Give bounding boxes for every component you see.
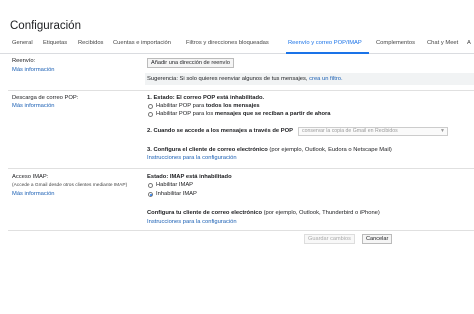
imap-disable-label: Inhabilitar IMAP [156,191,197,197]
forwarding-label: Reenvío: [12,58,36,64]
tab-chat-meet[interactable]: Chat y Meet [427,40,458,46]
forwarding-more-info-link[interactable]: Más información [12,67,55,73]
imap-configure: Configura tu cliente de correo electróni… [147,210,380,216]
tab-filters[interactable]: Filtros y direcciones bloqueadas [186,40,269,46]
pop-step3: 3. Configura el cliente de correo electr… [147,147,392,153]
section-divider [8,168,474,169]
pop-all-label: Habilitar POP para todos los mensajes [156,103,260,109]
tab-accounts[interactable]: Cuentas e importación [113,40,171,46]
section-divider [8,230,474,231]
pop-action-select[interactable]: conservar la copia de Gmail en Recibidos… [298,127,448,136]
pop-new-prefix: Habilitar POP para los [156,111,215,117]
pop-all-bold: todos los mensajes [205,103,260,109]
imap-sublabel: (Accede a Gmail desde otros clientes med… [12,183,128,188]
pop-step2: 2. Cuando se accede a los mensajes a tra… [147,128,293,134]
create-filter-link[interactable]: crea un filtro. [309,76,343,82]
chevron-down-icon: ▼ [440,128,445,134]
cancel-button[interactable]: Cancelar [362,234,393,244]
save-changes-button[interactable]: Guardar cambios [304,234,355,244]
tab-inbox[interactable]: Recibidos [78,40,103,46]
imap-setup-instructions-link[interactable]: Instrucciones para la configuración [147,219,237,225]
pop-new-bold: mensajes que se reciban a partir de ahor… [214,111,331,117]
tab-general[interactable]: General [12,40,33,46]
pop-all-prefix: Habilitar POP para [156,103,206,109]
imap-more-info-link[interactable]: Más información [12,191,55,197]
section-divider [8,90,474,91]
pop-more-info-link[interactable]: Más información [12,103,55,109]
pop-step3-bold: 3. Configura el cliente de correo electr… [147,147,268,153]
pop-new-label: Habilitar POP para los mensajes que se r… [156,111,331,117]
forwarding-hint-text: Sugerencia: Si solo quieres reenviar alg… [147,76,343,82]
pop-all-radio[interactable] [148,104,153,109]
tab-forwarding-pop-imap[interactable]: Reenvío y correo POP/IMAP [288,40,362,46]
settings-tabs: General Etiquetas Recibidos Cuentas e im… [0,39,474,54]
tab-labels[interactable]: Etiquetas [43,40,67,46]
imap-configure-rest: (por ejemplo, Outlook, Thunderbird o iPh… [262,210,380,216]
tab-overflow[interactable]: A [467,40,471,46]
pop-setup-instructions-link[interactable]: Instrucciones para la configuración [147,155,237,161]
imap-configure-bold: Configura tu cliente de correo electróni… [147,210,262,216]
pop-step3-rest: (por ejemplo, Outlook, Eudora o Netscape… [267,147,392,153]
hint-text: Sugerencia: Si solo quieres reenviar alg… [147,76,308,82]
page-title: Configuración [10,20,81,32]
imap-enable-label: Habilitar IMAP [156,182,194,188]
imap-label: Acceso IMAP: [12,174,49,180]
imap-disable-radio[interactable] [148,192,153,197]
add-forwarding-address-button[interactable]: Añadir una dirección de reenvío [147,58,234,68]
pop-status: 1. Estado: El correo POP está inhabilita… [147,95,265,101]
imap-status: Estado: IMAP está inhabilitado [147,174,232,180]
tab-addons[interactable]: Complementos [376,40,415,46]
active-tab-indicator [286,52,369,54]
imap-enable-radio[interactable] [148,183,153,188]
pop-new-radio[interactable] [148,112,153,117]
pop-action-value: conservar la copia de Gmail en Recibidos [302,128,398,134]
pop-label: Descarga de correo POP: [12,95,79,101]
